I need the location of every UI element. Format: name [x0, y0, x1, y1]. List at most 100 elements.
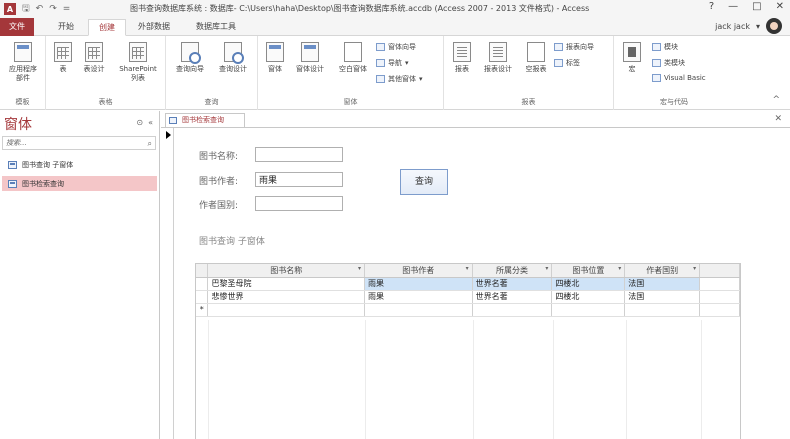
nationality-label: 作者国别:: [199, 201, 239, 211]
column-header-category[interactable]: 所属分类 ▾: [472, 264, 553, 278]
nav-item-label: 图书检索查询: [22, 179, 64, 188]
report-wizard-button[interactable]: 报表向导: [554, 42, 594, 52]
cell-new[interactable]: [207, 303, 365, 317]
row-selector[interactable]: [196, 277, 209, 291]
table-design-button[interactable]: 表设计: [78, 42, 110, 74]
sharepoint-label: SharePoint 列表: [119, 65, 157, 82]
sharepoint-lists-button[interactable]: SharePoint 列表: [112, 42, 164, 83]
column-header-nationality[interactable]: 作者国别 ▾: [624, 264, 701, 278]
save-icon[interactable]: 🖫: [22, 1, 30, 17]
customize-qat-icon[interactable]: =: [63, 4, 71, 14]
minimize-button[interactable]: —: [728, 1, 738, 12]
cell-category[interactable]: 世界名著: [472, 290, 553, 304]
redo-icon[interactable]: ↷: [49, 4, 57, 14]
cell-new[interactable]: [624, 303, 701, 317]
visual-basic-button[interactable]: Visual Basic: [652, 74, 706, 82]
nationality-input[interactable]: [255, 196, 343, 211]
module-button[interactable]: 模块: [652, 42, 678, 52]
form-design-button[interactable]: 窗体设计: [290, 42, 330, 74]
chevron-down-icon[interactable]: ▾: [545, 265, 548, 272]
collapse-ribbon-icon[interactable]: ^: [772, 95, 780, 105]
report-button[interactable]: 报表: [448, 42, 476, 74]
column-header-author[interactable]: 图书作者 ▾: [364, 264, 473, 278]
document-tab[interactable]: 图书检索查询: [165, 113, 245, 127]
cell-location[interactable]: 四楼北: [551, 277, 626, 291]
cell-book-name[interactable]: 悲惨世界: [207, 290, 365, 304]
cell-category[interactable]: 世界名著: [472, 277, 553, 291]
class-module-button[interactable]: 类模块: [652, 58, 685, 68]
group-templates: 应用程序 部件 模板: [0, 36, 46, 110]
more-forms-button[interactable]: 其他窗体 ▾: [376, 74, 423, 84]
chevron-down-icon[interactable]: ▾: [466, 265, 469, 272]
nav-pane-title[interactable]: 窗体: [4, 114, 32, 134]
group-tables: 表 表设计 SharePoint 列表 表格: [46, 36, 166, 110]
cell-nationality[interactable]: 法国: [624, 277, 701, 291]
cell-empty: [699, 303, 740, 317]
column-header-label: 所属分类: [496, 265, 529, 275]
column-header-book-name[interactable]: 图书名称 ▾: [207, 264, 365, 278]
labels-button[interactable]: 标签: [554, 58, 580, 68]
new-record-marker[interactable]: *: [196, 303, 209, 317]
nav-search-input[interactable]: 搜索... ⌕: [2, 136, 156, 150]
form-button[interactable]: 窗体: [262, 42, 288, 74]
chevron-down-icon[interactable]: ▾: [693, 265, 696, 272]
select-all-corner[interactable]: [196, 264, 209, 278]
access-app-icon[interactable]: A: [4, 3, 16, 15]
column-header-location[interactable]: 图书位置 ▾: [551, 264, 626, 278]
navigation-pane: 窗体 ⊙ « 搜索... ⌕ 图书查询 子窗体 图书检索查询: [0, 111, 160, 439]
nav-collapse-icon[interactable]: «: [148, 118, 153, 127]
restore-button[interactable]: □: [752, 1, 761, 12]
form-object-icon: [8, 179, 17, 188]
query-wizard-button[interactable]: 查询向导: [170, 42, 210, 74]
nav-menu-icon[interactable]: ⊙: [136, 118, 143, 127]
tab-home[interactable]: 开始: [48, 19, 84, 36]
navigation-button[interactable]: 导航 ▾: [376, 58, 409, 68]
undo-icon[interactable]: ↶: [36, 4, 44, 14]
search-icon[interactable]: ⌕: [148, 138, 152, 150]
nav-item-label: 图书查询 子窗体: [22, 160, 74, 169]
cell-new[interactable]: [364, 303, 473, 317]
cell-location[interactable]: 四楼北: [551, 290, 626, 304]
cell-new[interactable]: [472, 303, 553, 317]
help-button[interactable]: ?: [709, 1, 714, 12]
nav-item-subform[interactable]: 图书查询 子窗体: [2, 157, 157, 172]
report-design-button[interactable]: 报表设计: [478, 42, 518, 74]
tab-create[interactable]: 创建: [88, 19, 126, 36]
cell-nationality[interactable]: 法国: [624, 290, 701, 304]
tab-file[interactable]: 文件: [0, 18, 34, 36]
table-row[interactable]: 巴黎圣母院 雨果 世界名著 四楼北 法国: [196, 277, 740, 291]
close-document-icon[interactable]: ✕: [774, 114, 782, 124]
blank-report-button[interactable]: 空报表: [520, 42, 552, 74]
nav-item-search-form[interactable]: 图书检索查询: [2, 176, 157, 191]
subform-datasheet[interactable]: 图书名称 ▾ 图书作者 ▾ 所属分类 ▾ 图书位置 ▾ 作者国别 ▾ 巴黎圣母院 雨果 世…: [195, 263, 741, 439]
table-label: 表: [59, 65, 67, 73]
book-name-input[interactable]: [255, 147, 343, 162]
blank-form-button[interactable]: 空白窗体: [332, 42, 374, 74]
cell-new[interactable]: [551, 303, 626, 317]
form-record-selector[interactable]: [165, 128, 174, 439]
form-wizard-button[interactable]: 窗体向导: [376, 42, 416, 52]
tab-divider: [161, 127, 790, 128]
row-selector[interactable]: [196, 290, 209, 304]
author-input[interactable]: [255, 172, 343, 187]
table-button[interactable]: 表: [50, 42, 76, 74]
query-design-button[interactable]: 查询设计: [212, 42, 254, 74]
cell-author[interactable]: 雨果: [364, 290, 473, 304]
tab-external-data[interactable]: 外部数据: [128, 19, 180, 36]
chevron-down-icon[interactable]: ▾: [618, 265, 621, 272]
tab-database-tools[interactable]: 数据库工具: [186, 19, 246, 36]
new-record-row[interactable]: *: [196, 303, 740, 317]
query-button[interactable]: 查询: [400, 169, 448, 195]
cell-author[interactable]: 雨果: [364, 277, 473, 291]
document-tab-label: 图书检索查询: [182, 116, 224, 124]
user-dropdown-icon[interactable]: ▾: [756, 22, 760, 31]
cell-book-name[interactable]: 巴黎圣母院: [207, 277, 365, 291]
macro-button[interactable]: 宏: [620, 42, 644, 74]
app-parts-button[interactable]: 应用程序 部件: [4, 42, 42, 83]
table-row[interactable]: 悲惨世界 雨果 世界名著 四楼北 法国: [196, 290, 740, 304]
user-account[interactable]: jack jack ▾: [715, 18, 782, 34]
avatar[interactable]: [766, 18, 782, 34]
form-design-label: 窗体设计: [296, 65, 324, 73]
chevron-down-icon[interactable]: ▾: [358, 265, 361, 272]
close-window-button[interactable]: ✕: [776, 1, 784, 12]
